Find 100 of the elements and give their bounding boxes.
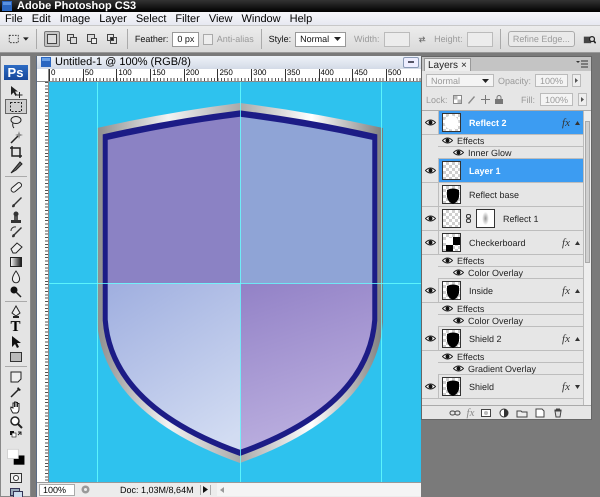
app-logo: Ps [4,65,28,80]
eyedropper-icon [8,384,22,398]
fx-label: fx [562,236,570,248]
wand-icon [8,130,22,144]
eye-icon [424,335,436,342]
effects-label: Effects [457,256,484,266]
layer-name: Reflect 2 [469,118,508,128]
menu-item[interactable]: Window [238,12,286,24]
scrollbar[interactable] [583,111,591,405]
menu-item[interactable]: File [1,12,28,24]
arrow-icon [575,78,578,83]
eye-icon [424,215,436,222]
style-value: Normal [300,34,330,44]
eye-icon [424,287,436,294]
visibility-toggle[interactable] [422,207,439,230]
scroll-left-icon[interactable] [220,486,224,493]
style-dropdown[interactable]: Normal [295,32,346,46]
panel-menu-icon[interactable] [576,60,588,68]
crop-icon [8,144,22,158]
collapse-arrow-icon[interactable] [575,240,580,244]
layer-row[interactable]: Inside fx [439,279,583,302]
collapse-arrow-icon[interactable] [575,288,580,292]
menu-item[interactable]: Image [56,12,96,24]
width-field[interactable] [384,32,410,46]
type-tool-label: T [10,320,20,334]
layer-name: Reflect base [469,190,520,200]
padlock-icon[interactable] [494,95,503,104]
layer-row[interactable]: Reflect 2 fx [439,111,583,134]
layer-row[interactable]: Shield 2 fx [439,327,583,350]
fill-slider-button[interactable] [578,93,587,106]
layer-thumbnail [442,281,461,300]
brush-icon[interactable] [466,95,476,104]
menu-item[interactable]: Help [286,12,318,24]
mask-icon[interactable] [480,408,492,418]
eye-icon [453,317,464,324]
tool-button[interactable] [4,99,26,114]
intersect-selection-icon [106,33,118,45]
effects-label: Effects [457,352,484,362]
layer-thumbnail [442,185,461,204]
scrollbar[interactable] [216,483,421,496]
expand-arrow-icon[interactable] [575,384,580,388]
fill-label: Fill: [520,94,535,104]
close-button[interactable]: × [461,60,467,70]
layer-row[interactable]: Reflect base [439,183,583,206]
marquee-icon[interactable] [8,33,20,45]
layer-thumbnail [442,209,461,228]
move-icon[interactable] [480,95,490,104]
opacity-slider-button[interactable] [572,74,582,87]
caret-icon[interactable] [23,37,30,41]
visibility-toggle[interactable] [422,327,439,350]
add-selection-icon [66,33,78,45]
document-info: Doc: 1,03M/8,64M [120,484,194,495]
effects-label: Effects [457,136,484,146]
feather-field[interactable]: 0 px [172,32,200,46]
layer-thumbnail [442,377,461,396]
eye-icon [424,119,436,126]
menu-item[interactable]: Select [132,12,172,24]
eye-icon [442,257,453,264]
knife-icon [8,160,22,174]
fx-label: fx [562,284,570,296]
layers-tab[interactable]: Layers × [424,58,471,71]
visibility-toggle[interactable] [422,231,439,254]
chain-icon [466,214,471,223]
swap-icon[interactable] [418,34,426,44]
menu-item[interactable]: Layer [95,12,132,24]
menu-item[interactable]: Filter [171,12,205,24]
play-icon [202,486,208,493]
visibility-toggle[interactable] [422,279,439,302]
layer-row[interactable]: Checkerboard fx [439,231,583,254]
menu-item[interactable]: View [204,12,238,24]
eye-icon [424,383,436,390]
adjustment-icon[interactable] [498,408,510,418]
ruler-label: 300 [251,68,285,81]
eye-icon [442,353,453,360]
menu-item[interactable]: Edit [28,12,56,24]
new-layer-icon[interactable] [534,408,546,418]
mode-button[interactable] [44,31,60,47]
minimize-button[interactable] [403,56,419,68]
zoom-field[interactable]: 100% [39,484,76,496]
layer-row[interactable]: Shield fx [439,375,583,398]
trash-icon[interactable] [552,408,564,418]
caret-icon[interactable] [334,37,342,41]
folder-icon[interactable] [516,408,528,418]
caret-icon[interactable] [482,78,489,82]
anti-alias-label: Anti-alias [216,34,254,44]
visibility-toggle[interactable] [422,375,439,398]
status-menu-button[interactable] [200,484,211,495]
style-label: Style: [268,34,292,44]
link-icon[interactable] [448,408,461,418]
layer-name: Layer 1 [469,166,502,176]
height-field[interactable] [466,32,494,46]
collapse-arrow-icon[interactable] [575,336,580,340]
layer-name: Shield 2 [469,334,503,344]
fx-label: fx [562,380,570,392]
layer-row[interactable]: Reflect 1 [439,207,583,230]
collapse-arrow-icon[interactable] [575,120,580,124]
ruler-label: 400 [318,68,352,81]
lock-transparency-icon[interactable] [452,95,462,104]
tool-button[interactable]: T [4,319,26,334]
eye-icon [424,239,436,246]
